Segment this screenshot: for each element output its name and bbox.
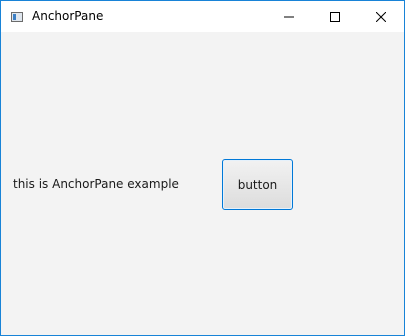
window-title: AnchorPane: [32, 9, 104, 23]
example-button[interactable]: button: [222, 159, 293, 210]
title-bar[interactable]: AnchorPane: [1, 1, 404, 32]
close-icon: [376, 11, 386, 22]
app-icon: [11, 12, 23, 22]
maximize-icon: [330, 11, 340, 22]
minimize-button[interactable]: [266, 1, 312, 32]
maximize-button[interactable]: [312, 1, 358, 32]
minimize-icon: [284, 16, 294, 17]
close-button[interactable]: [358, 1, 404, 32]
example-label: this is AnchorPane example: [13, 177, 179, 191]
application-window: AnchorPane this is AnchorPane example bu…: [0, 0, 405, 336]
anchor-pane: this is AnchorPane example button: [1, 32, 404, 335]
